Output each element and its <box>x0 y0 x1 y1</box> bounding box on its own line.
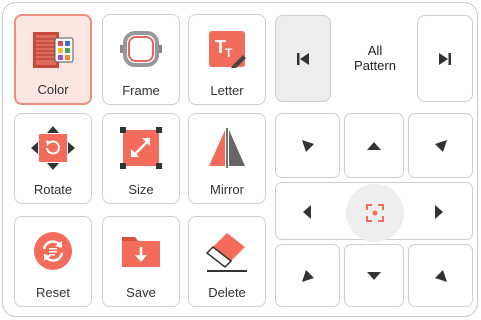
move-down-right-button[interactable] <box>408 244 473 307</box>
next-pattern-button[interactable] <box>417 15 473 102</box>
save-tool-button[interactable]: Save <box>102 216 180 307</box>
size-tool-button[interactable]: Size <box>102 113 180 204</box>
svg-text:T: T <box>225 46 233 60</box>
move-up-button[interactable] <box>344 113 404 178</box>
delete-label: Delete <box>208 285 246 300</box>
rotate-icon <box>31 126 75 170</box>
pattern-selector-label: All Pattern <box>332 15 418 101</box>
save-folder-icon <box>122 237 160 267</box>
reset-label: Reset <box>36 285 70 300</box>
arrow-down-left-icon <box>301 269 314 282</box>
arrow-right-icon <box>435 205 443 219</box>
arrow-left-icon <box>303 205 311 219</box>
mirror-label: Mirror <box>210 182 244 197</box>
embroidery-hoop-icon <box>120 31 162 67</box>
arrow-up-left-icon <box>301 139 314 152</box>
move-down-button[interactable] <box>344 244 404 307</box>
frame-tool-button[interactable]: Frame <box>102 14 180 105</box>
pattern-label-line2: Pattern <box>354 58 396 73</box>
mirror-icon <box>209 128 245 168</box>
frame-label: Frame <box>122 83 160 98</box>
reset-tool-button[interactable]: Reset <box>14 216 92 307</box>
move-up-right-button[interactable] <box>408 113 473 178</box>
color-tool-button[interactable]: Color <box>14 14 92 105</box>
eraser-icon <box>205 233 247 272</box>
save-label: Save <box>126 285 156 300</box>
resize-icon <box>120 127 162 169</box>
move-up-left-button[interactable] <box>275 113 340 178</box>
focus-center-icon <box>366 204 384 222</box>
letter-edit-icon: T T <box>209 31 246 68</box>
thread-spool-palette-icon <box>33 32 74 68</box>
move-down-left-button[interactable] <box>275 244 340 307</box>
pattern-label-line1: All <box>367 43 383 58</box>
color-label: Color <box>37 82 69 97</box>
previous-pattern-button[interactable] <box>275 15 331 102</box>
skip-next-icon <box>439 52 451 65</box>
mirror-tool-button[interactable]: Mirror <box>188 113 266 204</box>
size-label: Size <box>128 182 154 197</box>
skip-previous-icon <box>297 52 309 65</box>
arrow-down-icon <box>367 271 381 280</box>
arrow-up-icon <box>367 141 381 150</box>
letter-tool-button[interactable]: T T Letter <box>188 14 266 105</box>
center-button[interactable] <box>346 184 404 242</box>
rotate-tool-button[interactable]: Rotate <box>14 113 92 204</box>
letter-label: Letter <box>210 83 244 98</box>
arrow-up-right-icon <box>434 139 447 152</box>
arrow-down-right-icon <box>434 269 447 282</box>
delete-tool-button[interactable]: Delete <box>188 216 266 307</box>
rotate-label: Rotate <box>33 182 73 197</box>
reset-icon <box>34 232 72 270</box>
move-right-button[interactable] <box>408 182 473 240</box>
move-left-button[interactable] <box>275 182 340 240</box>
